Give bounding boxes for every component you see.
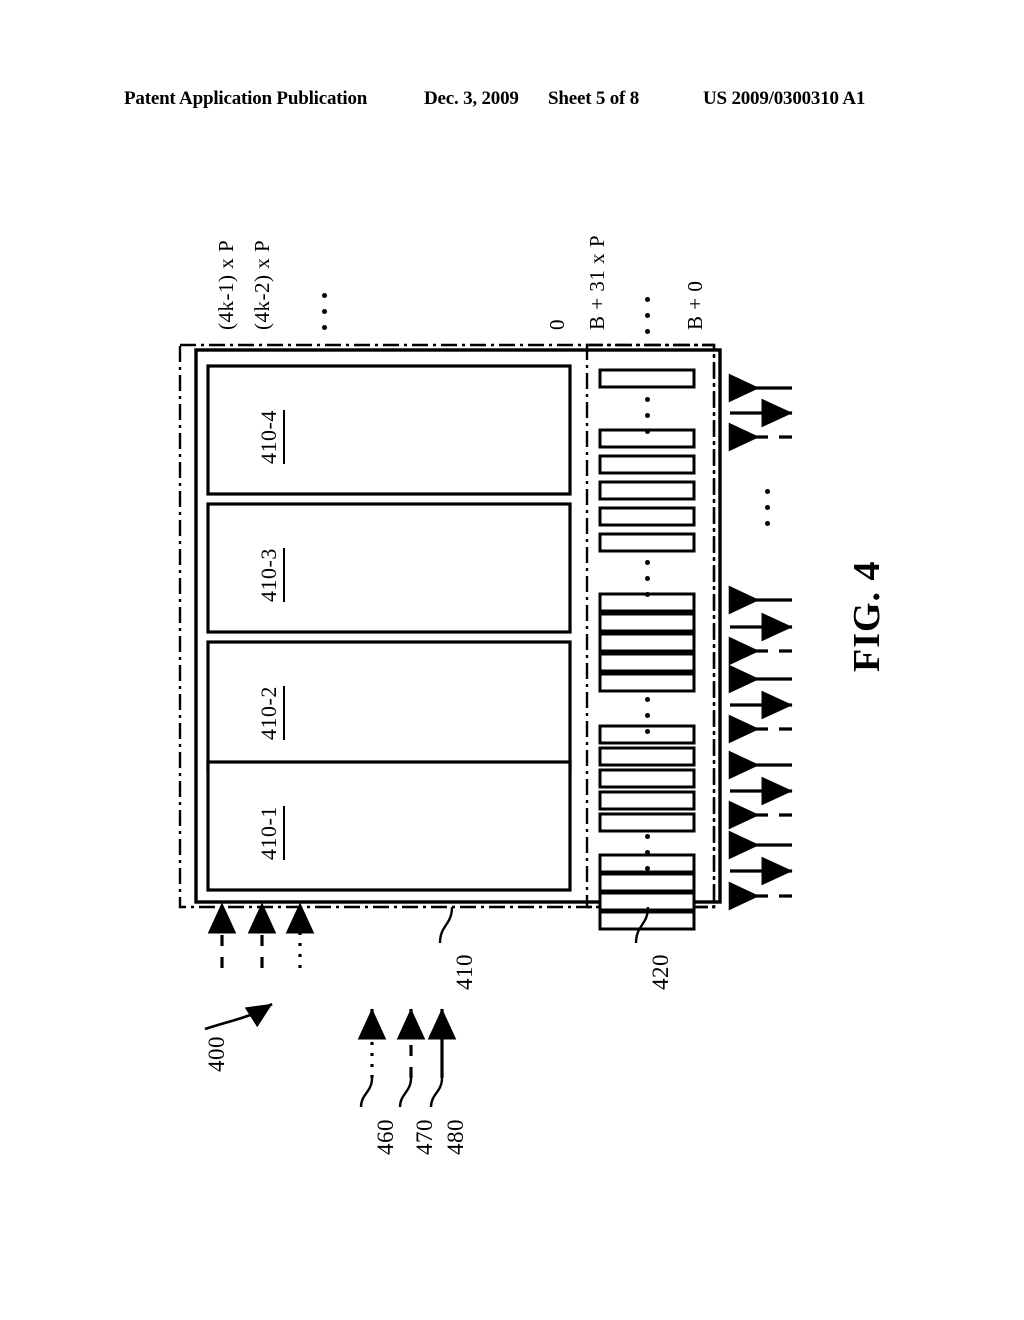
bank-bar-group-ellipsis [645, 834, 650, 871]
bank-bar [598, 812, 696, 833]
legend-reference-470: 470 [412, 1119, 437, 1155]
label-bank-high: B + 31 x P [585, 234, 609, 330]
address-range-ellipsis [322, 293, 327, 330]
legend-reference-480: 480 [443, 1119, 468, 1155]
label-address-4k-minus-1: (4k-1) x P [214, 239, 238, 330]
reference-label-420: 420 [648, 954, 673, 990]
leader-470 [398, 1077, 413, 1108]
legend-arrows [357, 1008, 457, 1078]
interface-arrow-groups [728, 373, 793, 911]
leader-460 [359, 1077, 374, 1108]
memory-block-label-410-4: 410-4 [256, 410, 285, 464]
leader-480 [429, 1077, 444, 1108]
bank-bar [598, 768, 696, 789]
reference-label-400: 400 [204, 1036, 229, 1072]
bank-bar [598, 746, 696, 767]
memory-block-label-410-3: 410-3 [256, 548, 285, 602]
bank-bar [598, 368, 696, 389]
figure-caption: FIG. 4 [846, 560, 888, 672]
label-address-zero: 0 [545, 319, 569, 330]
bank-bar [598, 652, 696, 673]
legend-reference-460: 460 [373, 1119, 398, 1155]
bank-bar-group-ellipsis [645, 560, 650, 597]
bank-bar [598, 532, 696, 553]
leader-410 [438, 906, 454, 944]
legend-leader-lines [359, 1077, 444, 1108]
patent-figure-4: (4k-1) x P (4k-2) x P 0 B + 31 x P B + 0… [0, 0, 1024, 1320]
bank-bar [598, 612, 696, 633]
system-ref-leader-400 [204, 1002, 273, 1031]
bank-bar [598, 632, 696, 653]
label-bank-zero: B + 0 [683, 280, 707, 330]
memory-block-label-410-1: 410-1 [256, 806, 285, 860]
bank-range-ellipsis [645, 297, 650, 334]
bank-bar [598, 872, 696, 893]
interface-arrow-ellipsis [765, 489, 770, 526]
bank-bar [598, 672, 696, 693]
input-arrows-410 [207, 902, 315, 968]
bank-bar-group-ellipsis [645, 397, 650, 434]
bank-bar [598, 506, 696, 527]
bank-bar [598, 790, 696, 811]
reference-label-410: 410 [452, 954, 477, 990]
bank-bar [598, 480, 696, 501]
label-address-4k-minus-2: (4k-2) x P [250, 239, 274, 330]
bank-bar [598, 454, 696, 475]
memory-block-label-410-2: 410-2 [256, 686, 285, 740]
bank-bar-group-ellipsis [645, 697, 650, 734]
